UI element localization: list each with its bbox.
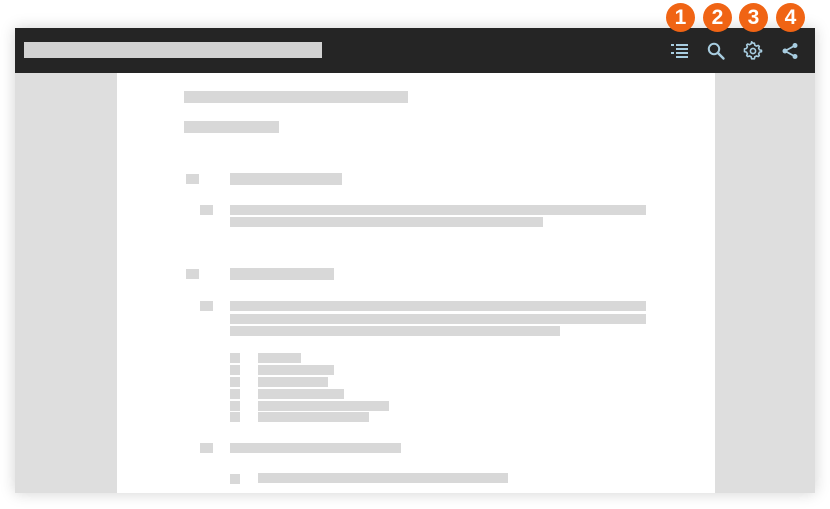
list-icon: [671, 44, 688, 58]
text-line-placeholder: [230, 205, 646, 215]
paragraph-marker-placeholder: [200, 301, 213, 311]
callout-badge-2: 2: [703, 3, 732, 32]
settings-button[interactable]: [738, 36, 768, 66]
gear-icon: [743, 41, 763, 60]
list-item-placeholder: [258, 389, 344, 399]
list-item-placeholder: [258, 377, 328, 387]
text-line-placeholder: [230, 314, 646, 324]
text-line-placeholder: [230, 326, 560, 336]
text-line-placeholder: [230, 217, 543, 227]
list-item-placeholder: [258, 412, 369, 422]
text-line-placeholder: [230, 443, 401, 453]
share-icon: [782, 43, 798, 59]
list-bullet-placeholder: [230, 401, 240, 411]
doc-title-placeholder: [184, 91, 408, 103]
list-bullet-placeholder: [230, 365, 240, 375]
share-button[interactable]: [775, 36, 805, 66]
section-heading-placeholder: [230, 268, 334, 280]
document-page: [117, 73, 715, 493]
text-line-placeholder: [230, 301, 646, 311]
section-heading-placeholder: [230, 173, 342, 185]
app-window: [15, 28, 815, 493]
list-bullet-placeholder: [230, 389, 240, 399]
search-icon: [707, 42, 725, 60]
list-bullet-placeholder: [230, 353, 240, 363]
doc-subtitle-placeholder: [184, 121, 279, 133]
document-title-placeholder: [24, 42, 322, 58]
top-toolbar: [15, 28, 815, 73]
list-item-placeholder: [258, 365, 334, 375]
toc-button[interactable]: [665, 36, 695, 66]
list-bullet-placeholder: [230, 377, 240, 387]
paragraph-marker-placeholder: [200, 443, 213, 453]
callout-badge-1: 1: [666, 3, 695, 32]
section-number-placeholder: [186, 269, 199, 279]
list-item-placeholder: [258, 353, 301, 363]
paragraph-marker-placeholder: [200, 205, 213, 215]
list-bullet-placeholder: [230, 412, 240, 422]
list-item-placeholder: [258, 473, 508, 483]
callout-badge-3: 3: [739, 3, 768, 32]
callout-badge-4: 4: [776, 3, 805, 32]
section-number-placeholder: [186, 174, 199, 184]
list-bullet-placeholder: [230, 474, 240, 484]
list-item-placeholder: [258, 401, 389, 411]
search-button[interactable]: [701, 36, 731, 66]
